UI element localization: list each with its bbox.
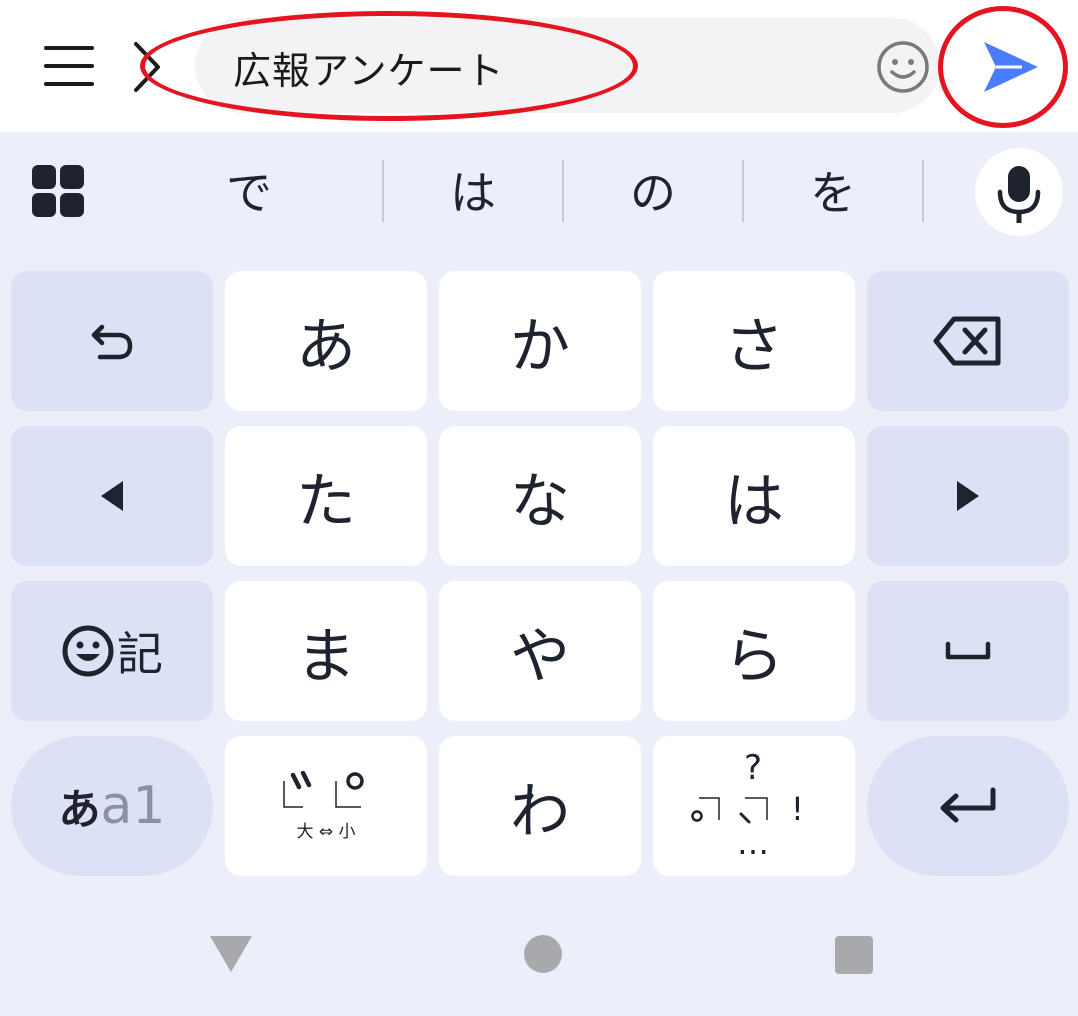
dakuten-handakuten-icon — [283, 770, 364, 808]
backspace-icon — [933, 316, 1001, 366]
search-input[interactable]: 広報アンケート — [195, 18, 940, 113]
punctuation-key[interactable]: ? ! … — [653, 736, 855, 876]
search-query-text: 広報アンケート — [233, 49, 505, 93]
nav-back-icon[interactable] — [208, 934, 254, 974]
symbol-key-label: 記 — [117, 627, 163, 681]
mode-label-kana: あ — [58, 784, 101, 834]
candidate-bar: で は の を — [0, 135, 1078, 247]
microphone-icon — [997, 166, 1041, 223]
menu-icon[interactable] — [40, 40, 98, 92]
microphone-button[interactable] — [975, 148, 1063, 236]
send-icon[interactable] — [978, 38, 1042, 96]
candidate-item[interactable]: を — [744, 155, 922, 225]
candidate-item[interactable]: は — [384, 155, 562, 225]
candidate-item[interactable]: で — [160, 155, 338, 225]
smiley-icon[interactable] — [876, 40, 930, 94]
nav-home-icon[interactable] — [524, 935, 562, 973]
kana-key-ta[interactable]: た — [225, 426, 427, 566]
candidate-item[interactable]: の — [564, 155, 742, 225]
punct-question: ? — [744, 748, 763, 788]
symbol-key[interactable]: 記 — [11, 581, 213, 721]
kana-key-sa[interactable]: さ — [653, 271, 855, 411]
kana-key-wa[interactable]: わ — [439, 736, 641, 876]
punct-ellipsis: … — [737, 824, 769, 862]
grid-icon[interactable] — [32, 165, 86, 219]
candidate-divider — [922, 160, 924, 222]
input-mode-key[interactable]: あ a1 — [11, 736, 213, 876]
kana-key-na[interactable]: な — [439, 426, 641, 566]
space-key[interactable] — [867, 581, 1069, 721]
kana-key-ma[interactable]: ま — [225, 581, 427, 721]
punct-exclaim: ! — [791, 790, 804, 828]
enter-icon — [940, 787, 996, 823]
chevron-left-icon[interactable] — [128, 40, 168, 94]
cursor-right-key[interactable] — [867, 426, 1069, 566]
kana-key-ra[interactable]: ら — [653, 581, 855, 721]
top-bar: 広報アンケート — [0, 0, 1078, 132]
triangle-left-icon — [101, 481, 123, 511]
mode-label-alpha: a1 — [100, 776, 166, 836]
enter-key[interactable] — [867, 736, 1069, 876]
dakuten-caption: 大 ⇔ 小 — [296, 821, 356, 842]
undo-key[interactable] — [11, 271, 213, 411]
triangle-right-icon — [957, 481, 979, 511]
kana-key-ka[interactable]: か — [439, 271, 641, 411]
backspace-key[interactable] — [867, 271, 1069, 411]
undo-icon — [91, 324, 133, 360]
kana-key-ha[interactable]: は — [653, 426, 855, 566]
dakuten-key[interactable]: 大 ⇔ 小 — [225, 736, 427, 876]
kana-key-a[interactable]: あ — [225, 271, 427, 411]
space-icon — [945, 641, 991, 660]
cursor-left-key[interactable] — [11, 426, 213, 566]
nav-recents-icon[interactable] — [835, 936, 873, 974]
smiley-icon — [62, 625, 114, 677]
kana-key-ya[interactable]: や — [439, 581, 641, 721]
